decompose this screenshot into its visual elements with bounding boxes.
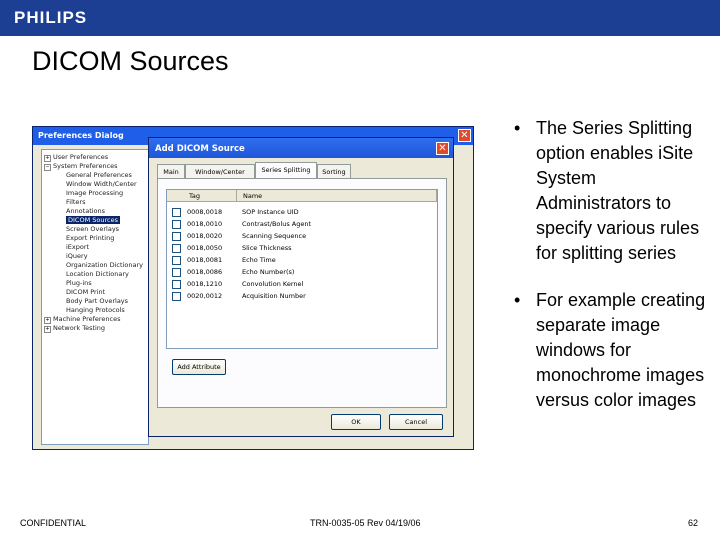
tree-item[interactable]: Image Processing: [66, 189, 123, 197]
add-dialog-title: Add DICOM Source: [155, 144, 245, 154]
footer-doc-id: TRN-0035-05 Rev 04/19/06: [310, 518, 421, 528]
tree-item[interactable]: Body Part Overlays: [66, 297, 128, 305]
row-checkbox[interactable]: [172, 268, 181, 277]
add-dialog-close-icon[interactable]: ✕: [436, 142, 449, 155]
table-row[interactable]: 0018,0010 Contrast/Bolus Agent: [167, 218, 437, 230]
add-dialog-titlebar: Add DICOM Source ✕: [149, 138, 453, 158]
row-checkbox[interactable]: [172, 256, 181, 265]
row-checkbox[interactable]: [172, 280, 181, 289]
tree-item[interactable]: Organization Dictionary: [66, 261, 143, 269]
tree-item[interactable]: DICOM Print: [66, 288, 105, 296]
tree-item[interactable]: Filters: [66, 198, 85, 206]
column-header-name[interactable]: Name: [237, 190, 437, 202]
row-checkbox[interactable]: [172, 220, 181, 229]
add-dicom-source-dialog: Add DICOM Source ✕ Main Window/Center Se…: [148, 137, 454, 437]
tree-item[interactable]: Annotations: [66, 207, 105, 215]
tab-main[interactable]: Main: [157, 164, 185, 178]
preferences-tree[interactable]: + User Preferences − System Preferences Ge…: [41, 149, 149, 445]
row-checkbox[interactable]: [172, 244, 181, 253]
tree-item-selected[interactable]: DICOM Sources: [66, 216, 120, 224]
table-row[interactable]: 0008,0018 SOP Instance UID: [167, 206, 437, 218]
bullet-list: • The Series Splitting option enables iSi…: [514, 116, 714, 435]
page-title: DICOM Sources: [32, 46, 229, 76]
tree-item[interactable]: Screen Overlays: [66, 225, 119, 233]
tab-series-splitting[interactable]: Series Splitting: [255, 162, 317, 178]
page-number: 62: [688, 518, 699, 528]
preferences-close-icon[interactable]: ✕: [458, 129, 471, 142]
tree-item[interactable]: General Preferences: [66, 171, 132, 179]
tree-item[interactable]: Export Printing: [66, 234, 114, 242]
bullet-item: • For example creating separate image win…: [514, 290, 706, 410]
table-row[interactable]: 0018,0086 Echo Number(s): [167, 266, 437, 278]
tree-item[interactable]: + Machine Preferences: [44, 315, 121, 324]
row-checkbox[interactable]: [172, 292, 181, 301]
table-row[interactable]: 0018,0050 Slice Thickness: [167, 242, 437, 254]
footer-confidential: CONFIDENTIAL: [20, 518, 87, 528]
tab-window-center[interactable]: Window/Center: [185, 164, 255, 178]
column-header-tag[interactable]: Tag: [167, 190, 237, 202]
tree-item[interactable]: Hanging Protocols: [66, 306, 125, 314]
tree-item[interactable]: Location Dictionary: [66, 270, 129, 278]
preferences-title: Preferences Dialog: [38, 131, 124, 140]
tab-sorting[interactable]: Sorting: [317, 164, 351, 178]
table-row[interactable]: 0018,0081 Echo Time: [167, 254, 437, 266]
tree-item[interactable]: Window Width/Center: [66, 180, 137, 188]
row-checkbox[interactable]: [172, 208, 181, 217]
philips-logo: PHILIPS: [14, 8, 88, 27]
tree-item[interactable]: Plug-ins: [66, 279, 92, 287]
ok-button[interactable]: OK: [331, 414, 381, 430]
attribute-list[interactable]: Tag Name 0008,0018 SOP Instance UID 0018,…: [166, 189, 438, 349]
bullet-item: • The Series Splitting option enables iSi…: [514, 118, 700, 263]
table-row[interactable]: 0018,1210 Convolution Kernel: [167, 278, 437, 290]
table-row[interactable]: 0020,0012 Acquisition Number: [167, 290, 437, 302]
add-attribute-button[interactable]: Add Attribute: [172, 359, 226, 375]
table-row[interactable]: 0018,0020 Scanning Sequence: [167, 230, 437, 242]
cancel-button[interactable]: Cancel: [389, 414, 443, 430]
tree-item[interactable]: iExport: [66, 243, 89, 251]
tree-item[interactable]: + User Preferences: [44, 153, 108, 162]
row-checkbox[interactable]: [172, 232, 181, 241]
tree-item[interactable]: + Network Testing: [44, 324, 105, 333]
series-splitting-panel: Tag Name 0008,0018 SOP Instance UID 0018,…: [157, 178, 447, 408]
tree-item[interactable]: − System Preferences: [44, 162, 118, 171]
tree-item[interactable]: iQuery: [66, 252, 88, 260]
brand-bar: PHILIPS: [0, 0, 720, 36]
